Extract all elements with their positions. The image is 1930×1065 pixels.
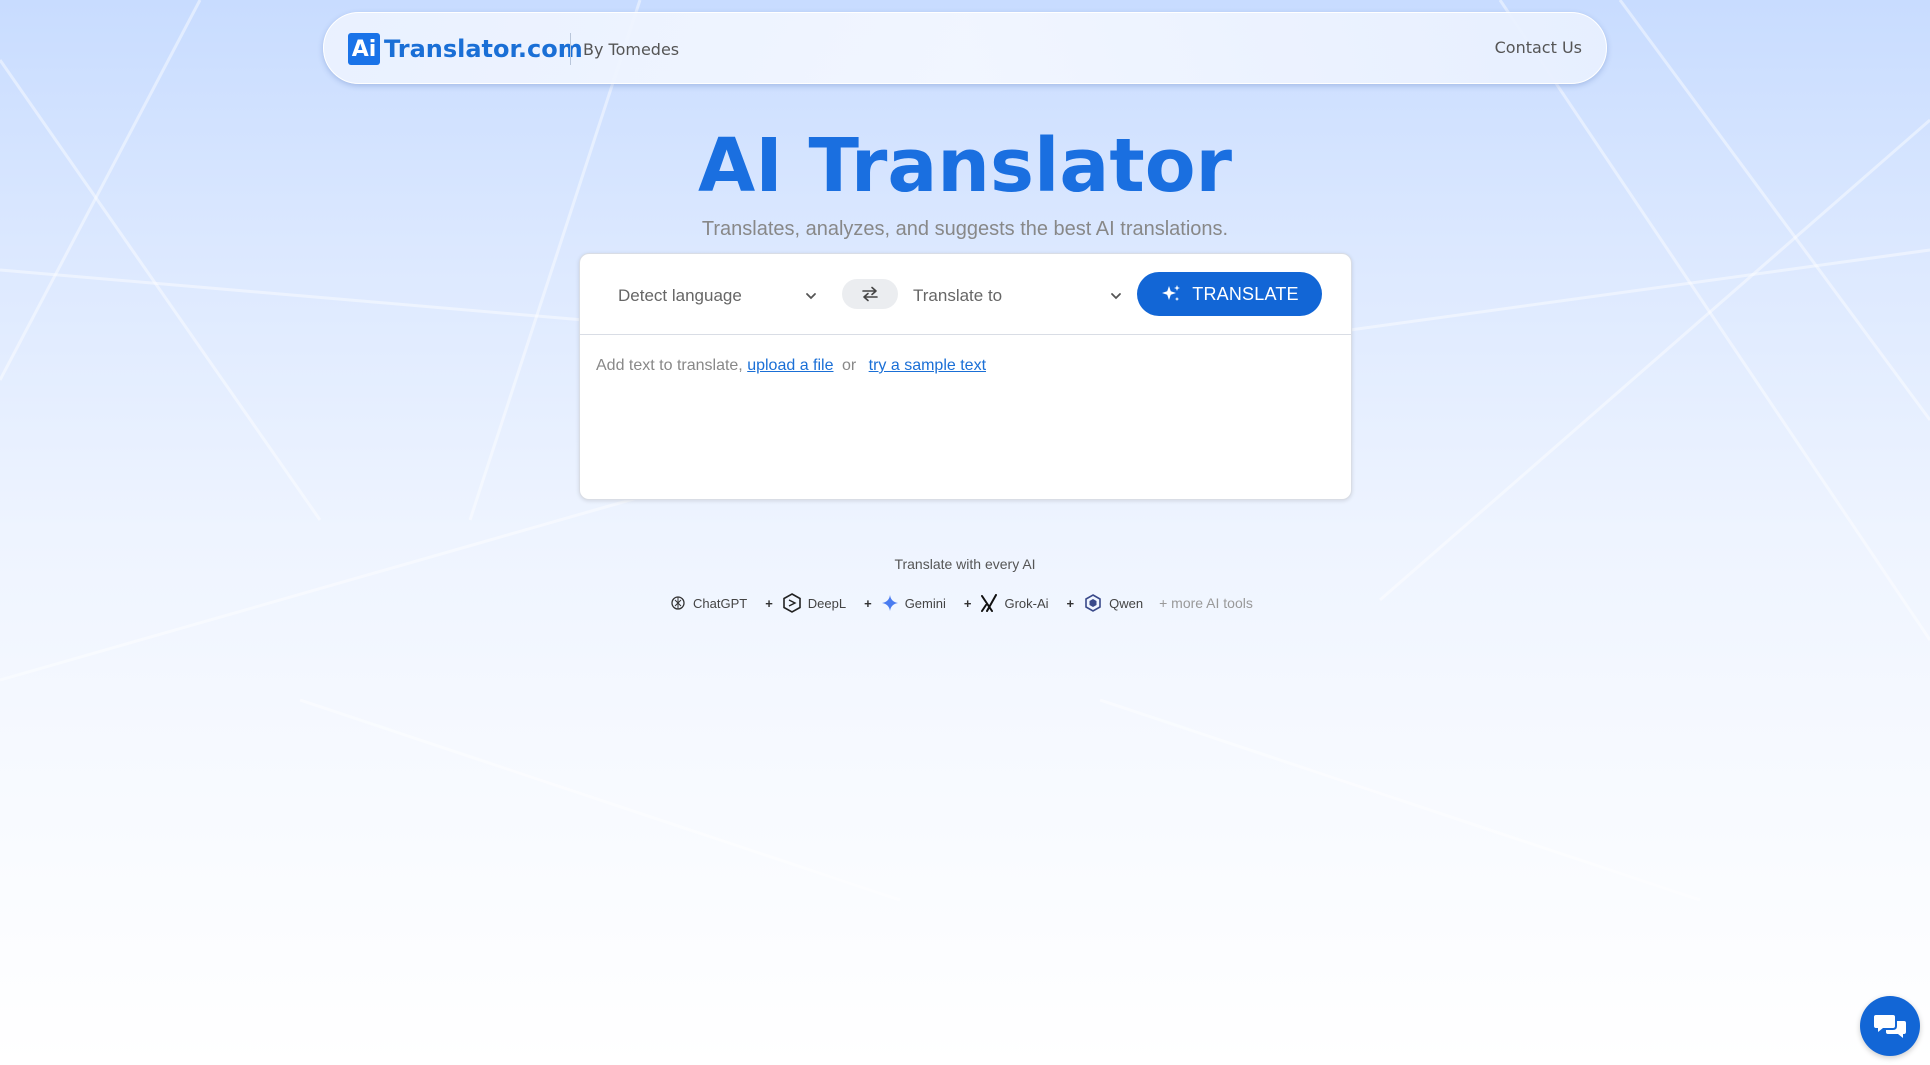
ai-tool-qwen: Qwen <box>1084 594 1143 612</box>
sample-text-link[interactable]: try a sample text <box>869 357 986 374</box>
logo-divider <box>570 33 571 65</box>
translate-button[interactable]: TRANSLATE <box>1137 272 1322 316</box>
swap-languages-button[interactable] <box>842 279 898 309</box>
contact-us-link[interactable]: Contact Us <box>1495 38 1582 57</box>
ai-tool-name: ChatGPT <box>693 595 748 611</box>
plus-separator: + <box>864 595 872 611</box>
ai-tool-name: Grok-Ai <box>1004 595 1049 611</box>
plus-separator: + <box>765 595 773 611</box>
logo-mark[interactable]: Ai <box>348 33 380 65</box>
translator-card: Detect language Translate to TRANSLATE A… <box>579 253 1352 500</box>
ai-tool-name: Qwen <box>1109 595 1144 611</box>
chevron-down-icon <box>1111 293 1121 300</box>
page-subtitle: Translates, analyzes, and suggests the b… <box>701 218 1229 240</box>
plus-separator: + <box>1066 595 1075 611</box>
qwen-icon <box>1085 594 1101 612</box>
page-title: AI Translator <box>697 123 1233 209</box>
ai-tool-gemini: Gemini <box>881 595 946 611</box>
top-nav-bar: Ai Translator.com By Tomedes Contact Us <box>323 12 1607 84</box>
ai-tool-deepl: DeepL <box>782 593 847 613</box>
logo-text[interactable]: Translator.com <box>384 33 583 65</box>
sparkle-icon <box>1162 285 1181 301</box>
translate-button-label: TRANSLATE <box>1192 283 1299 304</box>
ai-tool-name: Gemini <box>904 595 946 611</box>
plus-separator: + <box>963 595 972 611</box>
source-language-select[interactable]: Detect language <box>618 281 818 311</box>
or-text: or <box>841 357 857 374</box>
ai-tool-grok: Grok-Ai <box>981 594 1049 612</box>
chatgpt-icon <box>671 596 685 610</box>
grok-icon <box>981 594 998 612</box>
ai-tools-list: ChatGPT + DeepL + Gemini + Grok-Ai + Qwe… <box>670 592 1253 614</box>
live-chat-button[interactable] <box>1860 996 1920 1056</box>
source-language-value: Detect language <box>618 286 742 305</box>
ai-tool-chatgpt: ChatGPT <box>670 595 747 611</box>
gemini-icon <box>881 595 898 611</box>
translator-toolbar: Detect language Translate to TRANSLATE <box>580 254 1351 335</box>
swap-arrows-icon <box>862 286 878 302</box>
target-language-select[interactable]: Translate to <box>913 281 1123 311</box>
ai-tool-name: DeepL <box>807 595 847 611</box>
target-language-value: Translate to <box>913 286 1003 305</box>
source-text-input[interactable]: Add text to translate, upload a file or … <box>596 354 1335 474</box>
chevron-down-icon <box>806 293 816 300</box>
chat-bubbles-icon <box>1874 1015 1906 1038</box>
upload-file-link[interactable]: upload a file <box>747 357 833 374</box>
more-ai-tools-link[interactable]: + more AI tools <box>1159 595 1253 611</box>
input-prompt: Add text to translate, <box>596 357 743 374</box>
deepl-icon <box>782 593 801 613</box>
ai-tools-caption: Translate with every AI <box>894 556 1036 572</box>
by-tomedes-label[interactable]: By Tomedes <box>583 40 679 59</box>
